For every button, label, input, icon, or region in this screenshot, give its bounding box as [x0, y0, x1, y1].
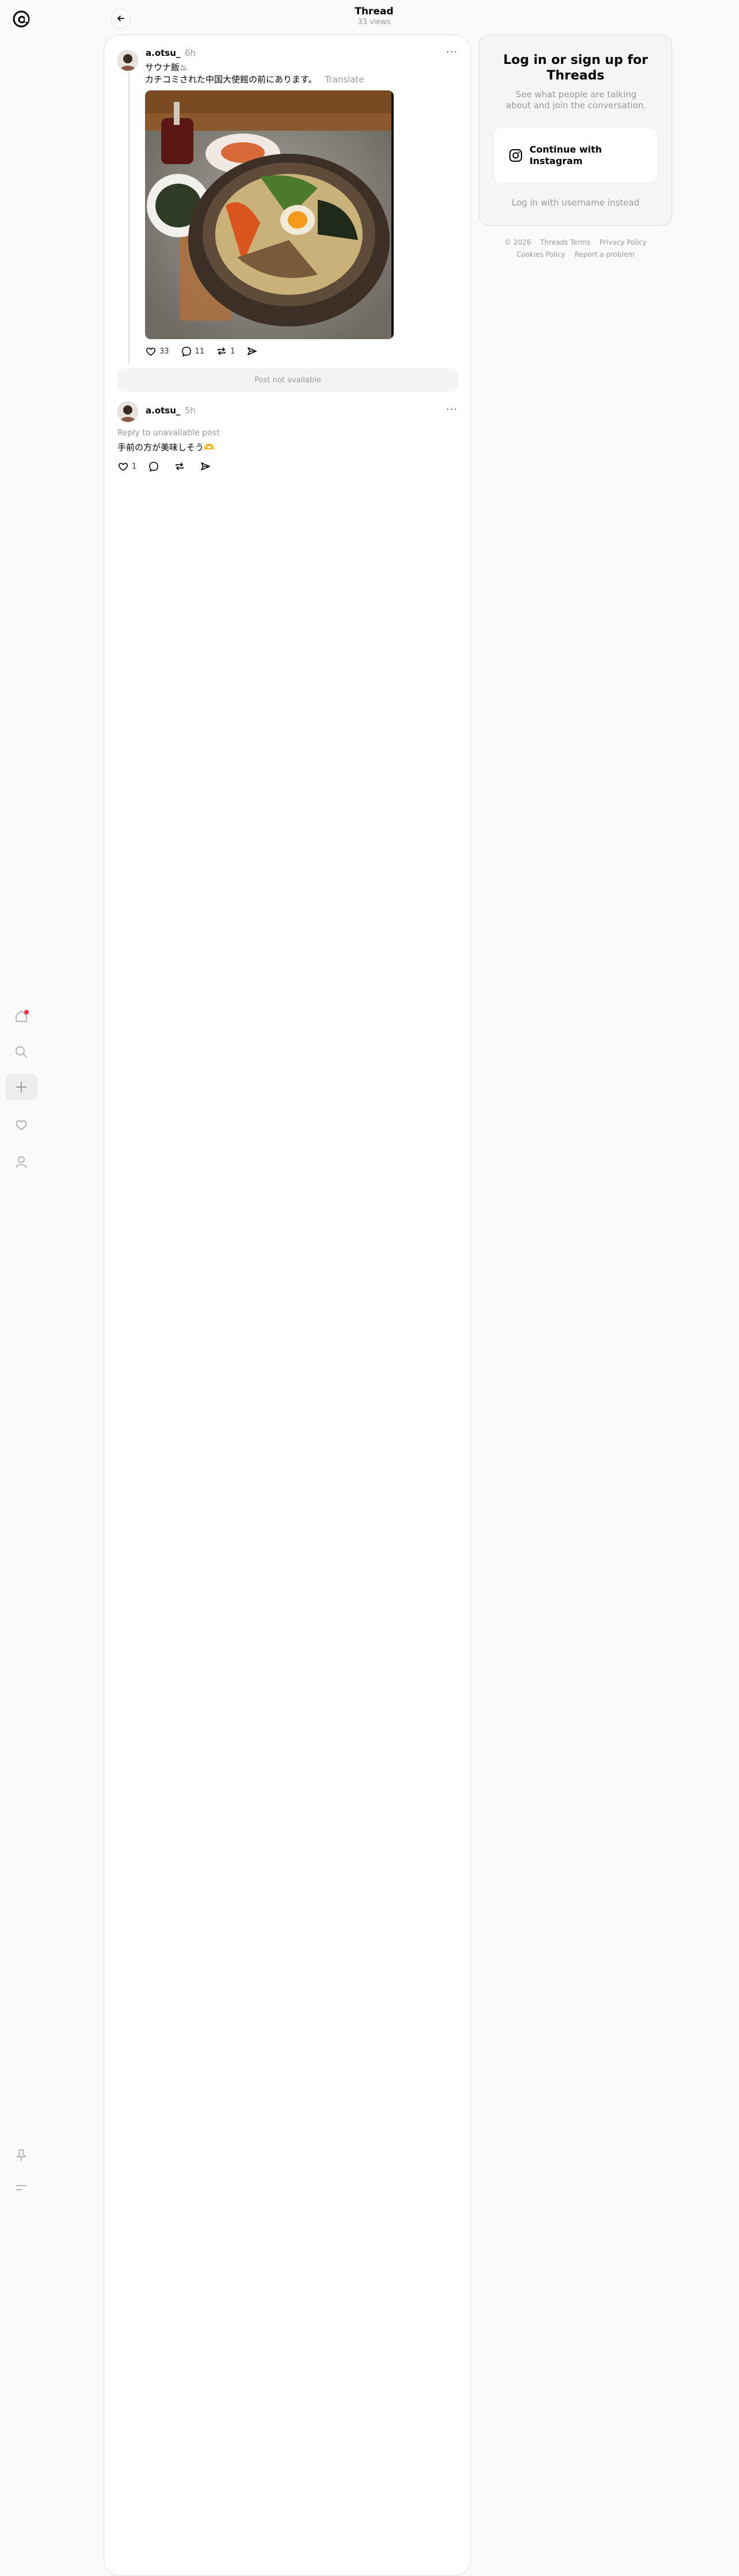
login-subtitle: See what people are talking about and jo…	[506, 89, 646, 111]
menu-icon[interactable]	[10, 2176, 33, 2199]
create-icon[interactable]	[5, 1074, 37, 1100]
pin-icon[interactable]	[10, 2144, 33, 2167]
reply-text: 手前の方が美味しそう🫶	[117, 442, 215, 453]
like-button[interactable]: 33	[145, 345, 169, 357]
login-username-link[interactable]: Log in with username instead	[479, 197, 672, 208]
footer-row-2: Cookies Policy Report a problem	[479, 250, 672, 259]
heart-icon	[118, 462, 128, 471]
login-card: Log in or sign up for Threads See what p…	[479, 35, 672, 226]
footer-cookies-link[interactable]: Cookies Policy	[516, 250, 565, 259]
post-username[interactable]: a.otsu_	[146, 48, 180, 58]
repost-icon	[176, 462, 184, 470]
reply-username[interactable]: a.otsu_	[146, 405, 180, 416]
comment-icon	[149, 462, 159, 472]
heart-icon	[146, 347, 156, 356]
post-time[interactable]: 6h	[185, 48, 196, 58]
repost-count: 1	[230, 347, 235, 356]
activity-icon[interactable]	[10, 1114, 33, 1137]
footer-copyright: © 2026	[504, 238, 531, 246]
more-icon[interactable]: ···	[446, 46, 458, 58]
comment-button[interactable]: 11	[181, 345, 205, 357]
reply-actions: 1	[117, 461, 226, 472]
share-icon	[201, 462, 211, 470]
post-image[interactable]	[145, 90, 394, 339]
reply-like-count: 1	[132, 462, 137, 471]
translate-link[interactable]: Translate	[325, 74, 364, 85]
reply-like-button[interactable]: 1	[117, 461, 136, 472]
post-text-line1: サウナ飯♨︎	[145, 62, 188, 73]
reply-repost-button[interactable]	[174, 461, 188, 472]
back-arrow-icon	[117, 16, 124, 21]
avatar[interactable]	[117, 50, 138, 71]
instagram-icon	[509, 149, 522, 162]
instagram-button-label: Continue with Instagram	[530, 144, 602, 166]
reply-time[interactable]: 5h	[185, 405, 196, 416]
share-button[interactable]	[246, 345, 261, 357]
view-count: 33 views	[357, 18, 391, 26]
profile-icon[interactable]	[10, 1150, 33, 1173]
back-button[interactable]	[111, 9, 131, 28]
reply-more-icon[interactable]: ···	[446, 404, 458, 416]
thread-column	[104, 35, 471, 2576]
post-text: カチコミされた中国大使館の前にあります。	[145, 74, 317, 85]
post-text-line2: カチコミされた中国大使館の前にあります。 Translate	[145, 73, 364, 85]
reply-share-button[interactable]	[200, 461, 214, 472]
reply-comment-button[interactable]	[148, 461, 162, 472]
like-count: 33	[159, 347, 169, 356]
notification-dot	[24, 1010, 29, 1015]
home-icon[interactable]	[10, 1005, 33, 1028]
footer-privacy-link[interactable]: Privacy Policy	[600, 238, 647, 246]
repost-button[interactable]: 1	[216, 345, 235, 357]
post-unavailable-notice: Post not available	[117, 368, 458, 392]
post-actions: 33 11 1	[145, 345, 272, 357]
footer-report-link[interactable]: Report a problem	[574, 250, 634, 259]
threads-logo-icon[interactable]	[10, 7, 33, 31]
footer-terms-link[interactable]: Threads Terms	[540, 238, 591, 246]
reply-avatar[interactable]	[117, 401, 138, 422]
thread-line	[128, 73, 129, 364]
continue-with-instagram-button[interactable]: Continue with Instagram	[493, 127, 658, 184]
reply-to-label[interactable]: Reply to unavailable post	[117, 428, 219, 438]
repost-icon	[218, 347, 226, 355]
page-title: Thread	[355, 6, 394, 17]
comment-count: 11	[195, 347, 205, 356]
share-icon	[247, 347, 257, 355]
comment-icon	[181, 347, 191, 357]
footer-row-1: © 2026 Threads Terms Privacy Policy	[479, 238, 672, 246]
login-title: Log in or sign up for Threads	[503, 53, 648, 83]
search-icon[interactable]	[10, 1040, 33, 1063]
